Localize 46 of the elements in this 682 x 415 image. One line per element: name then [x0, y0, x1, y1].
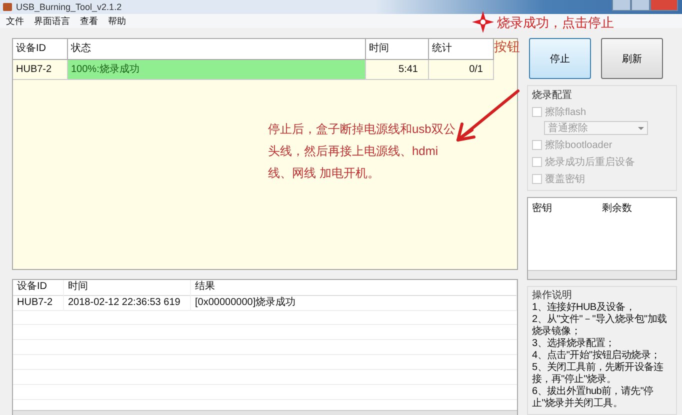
- checkbox-label: 擦除flash: [545, 106, 586, 118]
- group-title: 操作说明: [532, 289, 573, 302]
- annotation-text: 头线，然后再接上电源线、hdmi: [268, 143, 440, 160]
- caret-icon: [638, 126, 644, 130]
- instruction-text: 2、从"文件"－"导入烧录包"加载烧录镜像；: [532, 314, 668, 338]
- instruction-text: 5、关闭工具前，先断开设备连接，再"停止"烧录。: [532, 362, 664, 386]
- close-button[interactable]: [650, 0, 678, 11]
- column-header[interactable]: 设备ID: [13, 280, 64, 296]
- checkbox-label: 覆盖密钥: [545, 172, 585, 186]
- instruction-text: 4、点击"开始"按钮启动烧录；: [532, 350, 662, 362]
- instruction-text: 3、选择烧录配置；: [532, 338, 616, 350]
- checkbox-label: 擦除bootloader: [545, 138, 612, 152]
- column-header[interactable]: 时间: [366, 39, 429, 60]
- column-header[interactable]: 状态: [68, 39, 366, 60]
- window-title: USB_Burning_Tool_v2.1.2: [16, 2, 123, 12]
- column-header[interactable]: 剩余数: [602, 201, 632, 215]
- instruction-text: 1、连接好HUB及设备，: [532, 302, 636, 314]
- column-header[interactable]: 密钥: [532, 201, 552, 215]
- scrollbar[interactable]: [13, 410, 517, 415]
- table-cell: HUB7-2: [13, 296, 64, 311]
- checkbox-label: 烧录成功后重启设备: [545, 156, 635, 168]
- menu-item[interactable]: 帮助: [108, 14, 126, 28]
- table-cell: 2018-02-12 22:36:53 619: [64, 296, 191, 311]
- app-icon: [3, 3, 12, 11]
- menu-item[interactable]: 查看: [80, 14, 98, 28]
- menu-item[interactable]: 文件: [6, 14, 24, 28]
- annotation-text: 停止后，盒子断掉电源线和usb双公: [268, 121, 456, 138]
- refresh-button[interactable]: 刷新: [601, 38, 663, 79]
- column-header[interactable]: 结果: [191, 280, 517, 296]
- column-header[interactable]: 统计: [429, 39, 494, 60]
- table-cell: 0/1: [429, 60, 494, 80]
- scrollbar[interactable]: [528, 270, 676, 279]
- minimize-button[interactable]: [612, 0, 631, 11]
- column-header[interactable]: 设备ID: [13, 39, 68, 60]
- instruction-text: 6、拔出外置hub前，请先"停止"烧录并关闭工具。: [532, 386, 654, 410]
- annotation-text: 烧录成功，点击停止: [497, 14, 614, 32]
- maximize-button[interactable]: [631, 0, 650, 11]
- group-title: 烧录配置: [532, 88, 573, 102]
- column-header[interactable]: 时间: [64, 280, 191, 296]
- table-cell: 5:41: [366, 60, 429, 80]
- annotation-text: 按钮: [494, 38, 520, 56]
- menu-item[interactable]: 界面语言: [34, 14, 70, 28]
- table-cell: [0x00000000]烧录成功: [191, 296, 517, 311]
- annotation-text: 线、网线 加电开机。: [268, 165, 380, 182]
- status-text: 100%:烧录成功: [70, 64, 140, 75]
- stop-button[interactable]: 停止: [529, 38, 591, 79]
